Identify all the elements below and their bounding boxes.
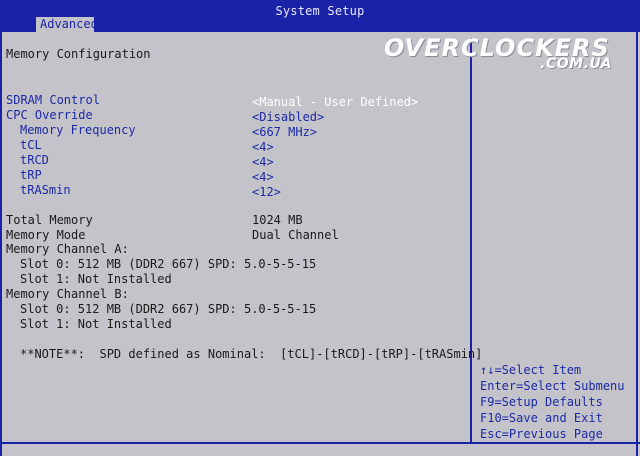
setting-value-tcl[interactable]: <4> bbox=[252, 140, 274, 154]
setting-value-memory-frequency[interactable]: <667 MHz> bbox=[252, 125, 317, 139]
setting-value-trp[interactable]: <4> bbox=[252, 170, 274, 184]
channel-b-slot1: Slot 1: Not Installed bbox=[20, 317, 172, 331]
channel-a-label: Memory Channel A: bbox=[6, 242, 129, 256]
channel-b-slot0: Slot 0: 512 MB (DDR2 667) SPD: 5.0-5-5-1… bbox=[20, 302, 317, 316]
setting-label-sdram-control[interactable]: SDRAM Control bbox=[6, 93, 100, 107]
setting-label-memory-frequency[interactable]: Memory Frequency bbox=[20, 123, 136, 137]
spd-note: **NOTE**: SPD defined as Nominal: [tCL]-… bbox=[20, 347, 483, 361]
total-memory-label: Total Memory bbox=[6, 213, 93, 227]
channel-b-label: Memory Channel B: bbox=[6, 287, 129, 301]
help-panel-divider bbox=[470, 38, 472, 442]
memory-mode-value: Dual Channel bbox=[252, 228, 339, 242]
channel-a-slot1: Slot 1: Not Installed bbox=[20, 272, 172, 286]
help-save-exit: F10=Save and Exit bbox=[480, 411, 603, 425]
setting-value-trcd[interactable]: <4> bbox=[252, 155, 274, 169]
setting-value-sdram-control[interactable]: <Manual - User Defined> bbox=[252, 95, 418, 109]
window-title: System Setup bbox=[275, 4, 365, 18]
help-select-submenu: Enter=Select Submenu bbox=[480, 379, 625, 393]
help-previous-page: Esc=Previous Page bbox=[480, 427, 603, 441]
page-title: Memory Configuration bbox=[6, 47, 151, 61]
memory-mode-label: Memory Mode bbox=[6, 228, 86, 242]
help-setup-defaults: F9=Setup Defaults bbox=[480, 395, 603, 409]
setting-label-trasmin[interactable]: tRASmin bbox=[20, 183, 71, 197]
setting-label-cpc-override[interactable]: CPC Override bbox=[6, 108, 93, 122]
overclockers-logo: OVERCLOCKERS .COM.UA bbox=[384, 36, 612, 72]
bottom-border bbox=[0, 442, 640, 444]
channel-a-slot0: Slot 0: 512 MB (DDR2 667) SPD: 5.0-5-5-1… bbox=[20, 257, 317, 271]
setting-label-trp[interactable]: tRP bbox=[20, 168, 42, 182]
setting-value-trasmin[interactable]: <12> bbox=[252, 185, 281, 199]
logo-domain: .COM.UA bbox=[540, 56, 612, 72]
setting-value-cpc-override[interactable]: <Disabled> bbox=[252, 110, 324, 124]
tab-advanced[interactable]: Advanced bbox=[36, 17, 98, 32]
help-select-item: ↑↓=Select Item bbox=[480, 363, 582, 377]
total-memory-value: 1024 MB bbox=[252, 213, 303, 227]
setting-label-trcd[interactable]: tRCD bbox=[20, 153, 49, 167]
setting-label-tcl[interactable]: tCL bbox=[20, 138, 42, 152]
